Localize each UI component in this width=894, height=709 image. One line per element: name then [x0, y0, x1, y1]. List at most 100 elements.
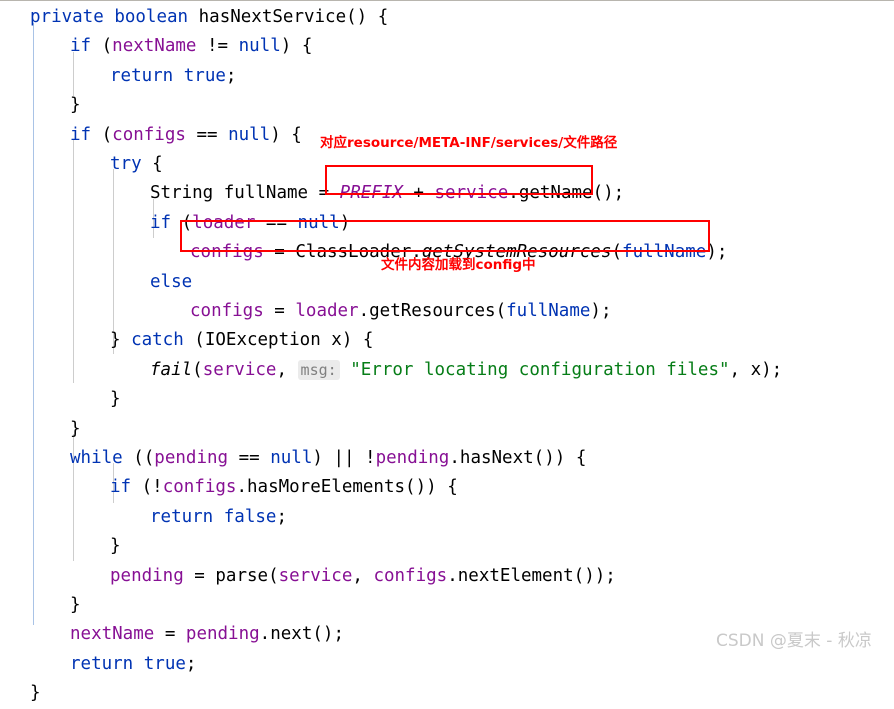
code-token: != [196, 36, 239, 57]
code-token: = [183, 565, 216, 586]
code-token: == [228, 448, 271, 468]
code-line[interactable]: } catch (IOException x) { [80, 326, 373, 355]
code-line[interactable]: if (!configs.hasMoreElements()) { [80, 473, 458, 502]
code-token: while [70, 448, 123, 468]
code-line[interactable]: if (configs == null) { [40, 121, 302, 150]
code-line[interactable]: } [80, 532, 121, 561]
code-token: IOException [204, 330, 321, 351]
code-token: } [70, 595, 81, 615]
code-token: = [263, 242, 296, 263]
code-token: (! [131, 477, 163, 498]
code-line[interactable]: private boolean hasNextService() { [0, 3, 388, 32]
code-token: } [70, 95, 81, 116]
code-token: fail [150, 359, 193, 380]
code-token: ); [761, 359, 783, 380]
code-token: getName [518, 183, 593, 204]
code-line[interactable]: nextName = pending.next(); [40, 620, 344, 649]
code-token: x [750, 359, 762, 380]
code-token: loader [192, 212, 256, 233]
code-token: , [729, 359, 751, 380]
code-line[interactable]: } [40, 91, 81, 120]
code-token: ()) { [405, 477, 458, 498]
code-token: if [70, 36, 92, 57]
indent-guide [33, 23, 34, 625]
code-token: fullName [506, 301, 591, 321]
code-token: = [154, 624, 186, 645]
code-token: ) { [341, 330, 374, 351]
code-token: + [402, 183, 435, 204]
indent-guide [73, 140, 74, 383]
code-token: (); [312, 624, 344, 645]
code-line[interactable]: if (nextName != null) { [40, 32, 312, 61]
code-token: configs [112, 124, 186, 145]
code-token: (); [592, 183, 625, 204]
code-token: nextName [112, 36, 197, 57]
code-token: } [110, 330, 132, 351]
code-token: ) { [280, 36, 313, 57]
code-line[interactable]: String fullName = PREFIX + service.getNa… [120, 179, 624, 208]
code-token: , [276, 359, 298, 380]
code-token: nextElement [457, 565, 574, 586]
code-token: try [110, 154, 142, 174]
code-token: fullName [223, 183, 309, 204]
code-token: service [202, 359, 277, 380]
code-token: String [150, 183, 214, 204]
code-line[interactable]: return false; [120, 503, 287, 532]
code-token: ( [268, 565, 279, 586]
code-line[interactable]: fail(service, msg: "Error locating confi… [120, 356, 782, 385]
code-token: PREFIX [339, 183, 403, 204]
code-token: hasNextService [198, 7, 347, 27]
code-line[interactable]: return true; [80, 62, 236, 91]
code-token: ( [183, 330, 205, 351]
code-token: configs [190, 301, 264, 321]
code-line[interactable]: } [40, 591, 81, 620]
code-line[interactable]: pending = parse(service, configs.nextEle… [80, 562, 616, 591]
code-token: null [270, 448, 313, 468]
code-token: ( [611, 242, 623, 263]
code-line[interactable]: if (loader == null) [120, 209, 350, 238]
code-token: null [238, 36, 281, 57]
code-line[interactable]: return true; [40, 650, 196, 679]
code-line[interactable]: } [40, 415, 81, 444]
code-line[interactable]: try { [80, 150, 163, 179]
code-token: . [236, 477, 247, 498]
code-token: ) { [270, 124, 302, 145]
code-token: private [30, 7, 104, 27]
code-token: x [331, 330, 342, 351]
code-token: ( [91, 36, 113, 57]
code-token: if [150, 212, 172, 233]
code-line[interactable]: else [120, 268, 192, 297]
code-token: pending [185, 624, 260, 645]
code-token: "Error locating configuration files" [350, 359, 730, 380]
code-token: == [185, 124, 229, 145]
code-line[interactable]: while ((pending == null) || !pending.has… [40, 444, 586, 473]
code-token: if [110, 477, 132, 498]
code-line[interactable]: } [0, 679, 41, 708]
note-path: 对应resource/META-INF/services/文件路径 [320, 135, 618, 151]
code-token: ; [185, 653, 197, 674]
code-token: configs [373, 565, 448, 586]
code-token: ( [171, 212, 193, 233]
code-token: ; [276, 506, 287, 527]
code-token: boolean [114, 7, 189, 27]
code-line[interactable]: configs = loader.getResources(fullName); [160, 297, 612, 326]
code-token: , [352, 565, 374, 586]
code-line[interactable]: } [80, 385, 121, 414]
code-token: } [70, 418, 81, 439]
code-token: () { [346, 7, 389, 27]
code-token: msg: [297, 359, 340, 380]
code-token: service [278, 565, 353, 586]
code-token: = [263, 301, 296, 321]
code-token: true [183, 65, 226, 86]
code-token: else [150, 271, 193, 292]
code-token: pending [375, 448, 450, 468]
code-token: ; [225, 65, 237, 86]
code-token: ) || ! [312, 448, 376, 468]
code-token: = [308, 183, 340, 204]
code-token: if [70, 124, 92, 145]
